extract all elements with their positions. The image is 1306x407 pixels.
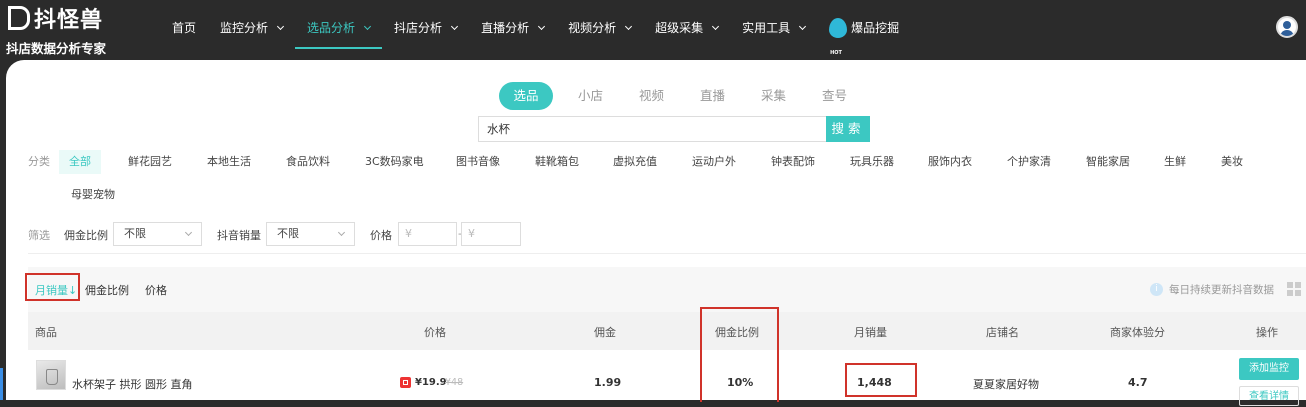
info-icon: i bbox=[1150, 283, 1163, 296]
th-shop: 店铺名 bbox=[986, 326, 1019, 339]
douyin-shop-icon bbox=[400, 377, 411, 388]
logo-d-icon bbox=[8, 6, 30, 30]
category-item[interactable]: 全部 bbox=[59, 150, 101, 174]
grid-view-icon[interactable] bbox=[1287, 282, 1301, 296]
view-detail-button[interactable]: 查看详情 bbox=[1239, 386, 1299, 406]
category-item[interactable]: 食品饮料 bbox=[286, 150, 330, 174]
category-item[interactable]: 智能家居 bbox=[1086, 150, 1130, 174]
category-item[interactable]: 图书音像 bbox=[456, 150, 500, 174]
th-actions: 操作 bbox=[1256, 326, 1278, 339]
product-title[interactable]: 水杯架子 拱形 圆形 直角 bbox=[72, 376, 193, 392]
category-item[interactable]: 本地生活 bbox=[207, 150, 251, 174]
main-nav: 首页 监控分析 选品分析 抖店分析 直播分析 视频分析 超级采集 实用工具 爆品… bbox=[160, 0, 911, 81]
th-score: 商家体验分 bbox=[1110, 326, 1165, 339]
nav-item-shop-analysis[interactable]: 抖店分析 bbox=[382, 0, 469, 60]
product-price-old: ¥48 bbox=[445, 377, 464, 388]
update-note: 每日持续更新抖音数据 bbox=[1169, 284, 1274, 296]
price-max-input[interactable]: ¥ bbox=[461, 222, 521, 246]
product-score: 4.7 bbox=[1128, 376, 1148, 389]
top-navbar: 抖怪兽 抖店数据分析专家 首页 监控分析 选品分析 抖店分析 直播分析 视频分析… bbox=[0, 0, 1306, 81]
category-item[interactable]: 鲜花园艺 bbox=[128, 150, 172, 174]
chevron-down-icon bbox=[799, 22, 807, 31]
tab-lookup[interactable]: 查号 bbox=[804, 82, 865, 110]
category-label: 分类 bbox=[28, 155, 50, 168]
chevron-down-icon bbox=[451, 22, 459, 31]
sales-select[interactable]: 不限 bbox=[266, 222, 355, 246]
commission-select[interactable]: 不限 bbox=[113, 222, 202, 246]
tab-collect[interactable]: 采集 bbox=[743, 82, 804, 110]
category-item[interactable]: 钟表配饰 bbox=[771, 150, 815, 174]
category-item[interactable]: 生鲜 bbox=[1164, 150, 1186, 174]
category-item[interactable]: 母婴宠物 bbox=[71, 183, 115, 207]
chevron-down-icon bbox=[625, 22, 633, 31]
nav-item-product-selection[interactable]: 选品分析 bbox=[295, 0, 383, 60]
tab-video[interactable]: 视频 bbox=[621, 82, 682, 110]
sort-commission-rate[interactable]: 佣金比例 bbox=[85, 282, 129, 298]
chevron-down-icon bbox=[712, 22, 720, 31]
chevron-down-icon bbox=[184, 228, 193, 237]
category-item[interactable]: 个护家清 bbox=[1007, 150, 1051, 174]
commission-label: 佣金比例 bbox=[64, 229, 108, 242]
category-item[interactable]: 虚拟充值 bbox=[613, 150, 657, 174]
product-thumbnail[interactable] bbox=[36, 360, 66, 390]
filter-label: 筛选 bbox=[28, 229, 50, 242]
tab-shop[interactable]: 小店 bbox=[560, 82, 621, 110]
nav-item-super-collect[interactable]: 超级采集 bbox=[643, 0, 730, 60]
chevron-down-icon bbox=[364, 22, 372, 31]
highlight-box bbox=[25, 273, 80, 301]
nav-item-hot-products[interactable]: 爆品挖掘 bbox=[817, 0, 911, 81]
logo[interactable]: 抖怪兽 抖店数据分析专家 bbox=[4, 2, 124, 58]
search-type-tabs: 选品 小店 视频 直播 采集 查号 bbox=[499, 82, 865, 110]
logo-tagline: 抖店数据分析专家 bbox=[6, 41, 107, 56]
product-price: ¥19.9 bbox=[415, 377, 447, 388]
chevron-down-icon bbox=[337, 228, 346, 237]
search-button[interactable]: 搜索 bbox=[826, 116, 870, 142]
product-monthly-sales: 1,448 bbox=[857, 376, 892, 389]
avatar[interactable] bbox=[1276, 16, 1298, 38]
nav-item-live-analysis[interactable]: 直播分析 bbox=[469, 0, 556, 60]
table-row: 水杯架子 拱形 圆形 直角 ¥19.9 ¥48 1.99 10% 1,448 夏… bbox=[28, 350, 1306, 406]
category-item[interactable]: 3C数码家电 bbox=[365, 150, 424, 174]
product-commission-rate: 10% bbox=[727, 376, 754, 389]
th-commission: 佣金 bbox=[594, 326, 616, 339]
chevron-down-icon bbox=[538, 22, 546, 31]
sort-bar: 月销量↓ 佣金比例 价格 i 每日持续更新抖音数据 bbox=[25, 267, 1306, 312]
table-header: 商品 价格 佣金 佣金比例 月销量 店铺名 商家体验分 操作 bbox=[28, 312, 1306, 350]
search-input[interactable]: 水杯 bbox=[478, 116, 826, 142]
price-label: 价格 bbox=[370, 229, 392, 242]
category-item[interactable]: 服饰内衣 bbox=[928, 150, 972, 174]
th-price: 价格 bbox=[424, 326, 446, 339]
th-monthly-sales: 月销量 bbox=[854, 326, 887, 339]
category-item[interactable]: 运动户外 bbox=[692, 150, 736, 174]
product-commission: 1.99 bbox=[594, 376, 622, 389]
category-item[interactable]: 美妆 bbox=[1221, 150, 1243, 174]
tab-product[interactable]: 选品 bbox=[499, 82, 553, 110]
nav-item-home[interactable]: 首页 bbox=[160, 0, 208, 60]
th-product: 商品 bbox=[35, 326, 57, 339]
chevron-down-icon bbox=[276, 22, 285, 31]
nav-item-video-analysis[interactable]: 视频分析 bbox=[556, 0, 643, 60]
category-item[interactable]: 玩具乐器 bbox=[850, 150, 894, 174]
sales-label: 抖音销量 bbox=[217, 229, 261, 242]
divider bbox=[28, 253, 1306, 254]
logo-brand: 抖怪兽 bbox=[34, 8, 104, 33]
side-tab-edge[interactable] bbox=[0, 368, 3, 400]
product-shop-name[interactable]: 夏夏家居好物 bbox=[973, 376, 1039, 392]
nav-item-monitor[interactable]: 监控分析 bbox=[208, 0, 295, 60]
nav-item-tools[interactable]: 实用工具 bbox=[730, 0, 817, 60]
category-item[interactable]: 鞋靴箱包 bbox=[535, 150, 579, 174]
tab-live[interactable]: 直播 bbox=[682, 82, 743, 110]
add-monitor-button[interactable]: 添加监控 bbox=[1239, 358, 1299, 380]
main-content: 选品 小店 视频 直播 采集 查号 水杯 搜索 分类 全部 鲜花园艺 本地生活 … bbox=[6, 60, 1306, 406]
sort-price[interactable]: 价格 bbox=[145, 282, 167, 298]
hot-flame-icon bbox=[829, 18, 848, 81]
price-min-input[interactable]: ¥ bbox=[398, 222, 457, 246]
